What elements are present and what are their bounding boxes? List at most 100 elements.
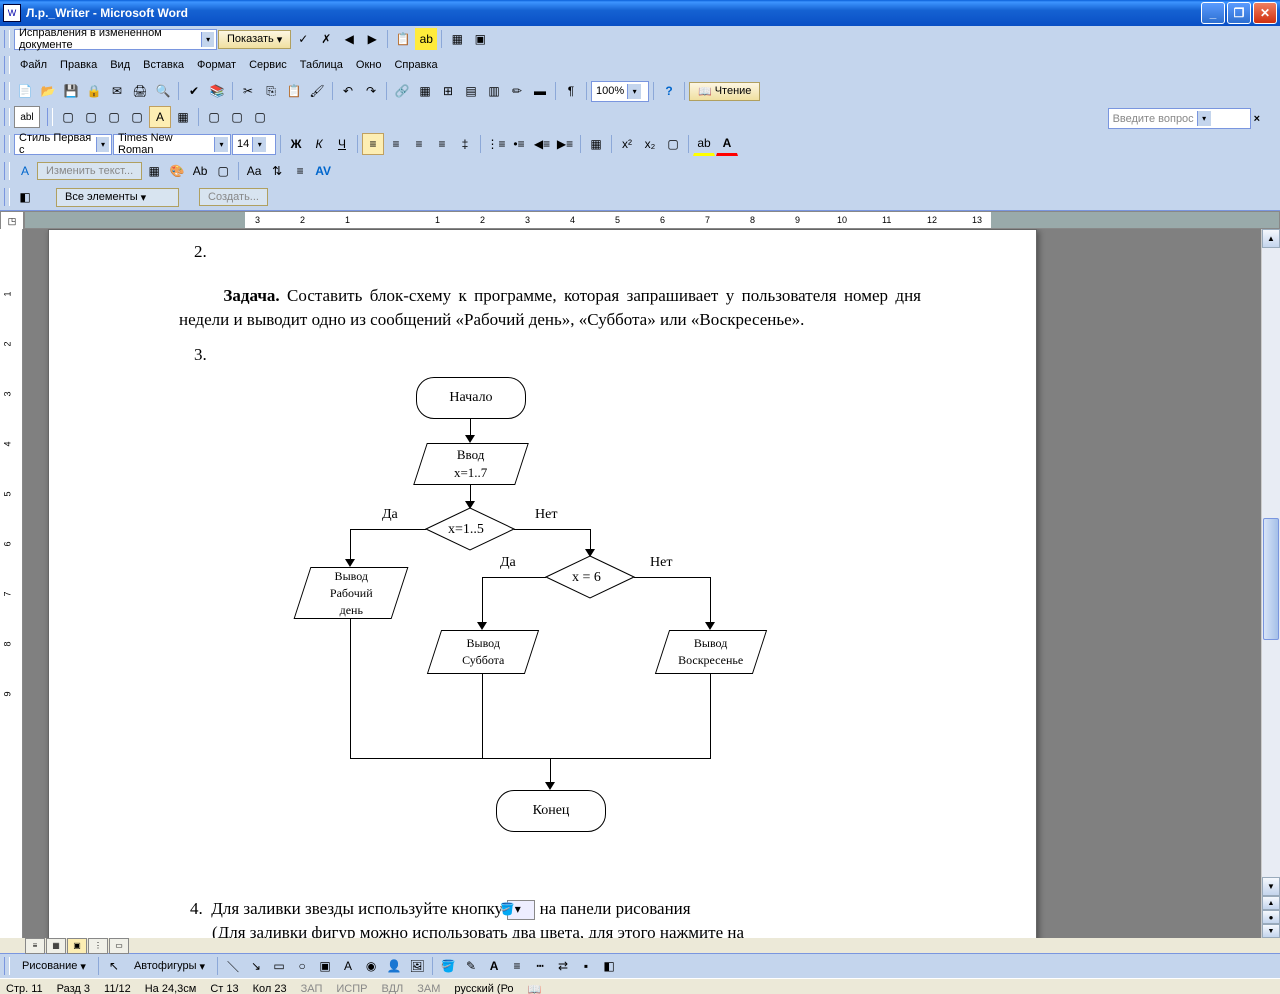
menu-tools[interactable]: Сервис (243, 57, 293, 73)
prev-change-icon[interactable]: ◀ (338, 28, 360, 50)
decrease-indent-icon[interactable]: ◀≡ (531, 133, 553, 155)
line-color-icon[interactable]: ✎ (460, 955, 482, 977)
line-spacing-icon[interactable]: ‡ (454, 133, 476, 155)
paste-icon[interactable]: 📋 (283, 80, 305, 102)
hf-icon-5[interactable]: A (149, 106, 171, 128)
style-combo[interactable]: Стиль Первая с▾ (14, 134, 112, 155)
ruler-corner[interactable]: ◳ (0, 211, 24, 231)
show-formatting-icon[interactable]: ¶ (560, 80, 582, 102)
create-button[interactable]: Создать... (199, 188, 268, 206)
diagram-icon[interactable]: ◉ (360, 955, 382, 977)
wa-gallery-icon[interactable]: ▦ (143, 160, 165, 182)
wordart-icon[interactable]: A (14, 160, 36, 182)
menu-insert[interactable]: Вставка (137, 57, 190, 73)
hf-icon-9[interactable]: ▢ (249, 106, 271, 128)
track-changes-combo[interactable]: Исправления в измененном документе ▾ (14, 29, 217, 50)
cut-icon[interactable]: ✂ (237, 80, 259, 102)
normal-view-icon[interactable]: ≡ (25, 938, 45, 954)
wa-same-height-icon[interactable]: Aa (243, 160, 265, 182)
format-painter-icon[interactable]: 🖌 (306, 80, 328, 102)
highlight-color-icon[interactable]: ab (693, 132, 715, 156)
insert-table-icon[interactable]: ⊞ (437, 80, 459, 102)
menu-view[interactable]: Вид (104, 57, 136, 73)
accept-change-icon[interactable]: ✓ (292, 28, 314, 50)
reject-change-icon[interactable]: ✗ (315, 28, 337, 50)
rect-shape-icon[interactable]: ▭ (268, 955, 290, 977)
doc-map-icon[interactable]: ▬ (529, 80, 551, 102)
reading-view-icon[interactable]: ▭ (109, 938, 129, 954)
font-size-combo[interactable]: 14▾ (232, 134, 276, 155)
browse-object-icon[interactable]: ● (1262, 910, 1280, 924)
menu-edit[interactable]: Правка (54, 57, 103, 73)
next-page-icon[interactable]: ▼ (1262, 924, 1280, 938)
undo-icon[interactable]: ↶ (337, 80, 359, 102)
tables-borders-icon[interactable]: ▦ (414, 80, 436, 102)
textbox-icon[interactable]: ▣ (314, 955, 336, 977)
hf-icon-2[interactable]: ▢ (80, 106, 102, 128)
clipart-icon[interactable]: 👤 (383, 955, 405, 977)
picture-icon[interactable]: 🖼 (406, 955, 428, 977)
align-right-icon[interactable]: ≡ (408, 133, 430, 155)
reviewing-pane-icon[interactable]: ▦ (446, 28, 468, 50)
zoom-combo[interactable]: 100%▾ (591, 81, 649, 102)
vertical-ruler[interactable]: 12 34 56 78 9 (0, 229, 23, 938)
hf-icon-7[interactable]: ▢ (203, 106, 225, 128)
wa-wrap-icon[interactable]: ▢ (212, 160, 234, 182)
menu-table[interactable]: Таблица (294, 57, 349, 73)
maximize-button[interactable]: ❐ (1227, 2, 1251, 24)
columns-icon[interactable]: ▥ (483, 80, 505, 102)
wa-spacing-icon[interactable]: AV (312, 160, 334, 182)
balloon-icon[interactable]: ▣ (469, 28, 491, 50)
hf-icon-3[interactable]: ▢ (103, 106, 125, 128)
print-preview-icon[interactable]: 🔍 (152, 80, 174, 102)
shadow-icon[interactable]: ▪ (575, 955, 597, 977)
save-icon[interactable]: 💾 (60, 80, 82, 102)
status-book-icon[interactable]: 📖 (528, 983, 542, 994)
bullets-icon[interactable]: •≡ (508, 133, 530, 155)
font-combo[interactable]: Times New Roman▾ (113, 134, 231, 155)
arrow-style-icon[interactable]: ⇄ (552, 955, 574, 977)
prev-page-icon[interactable]: ▲ (1262, 896, 1280, 910)
doc-close-icon[interactable]: × (1254, 113, 1260, 125)
menu-file[interactable]: Файл (14, 57, 53, 73)
hf-icon-1[interactable]: ▢ (57, 106, 79, 128)
all-elements-button[interactable]: Все элементы▾ (56, 188, 179, 207)
highlight-icon[interactable]: ab (415, 28, 437, 50)
research-icon[interactable]: 📚 (206, 80, 228, 102)
borders-icon[interactable]: ▦ (585, 133, 607, 155)
select-objects-icon[interactable]: ↖ (103, 955, 125, 977)
help-search-input[interactable]: Введите вопрос ▾ (1108, 108, 1251, 129)
abl-icon[interactable]: abl (14, 106, 40, 128)
list-icon[interactable]: ◧ (14, 186, 36, 208)
redo-icon[interactable]: ↷ (360, 80, 382, 102)
dash-style-icon[interactable]: ┅ (529, 955, 551, 977)
drawing-toolbar-icon[interactable]: ✏ (506, 80, 528, 102)
next-change-icon[interactable]: ▶ (361, 28, 383, 50)
new-doc-icon[interactable]: 📄 (14, 80, 36, 102)
3d-icon[interactable]: ◧ (598, 955, 620, 977)
menu-help[interactable]: Справка (388, 57, 443, 73)
spell-check-icon[interactable]: ✔ (183, 80, 205, 102)
copy-icon[interactable]: ⎘ (260, 80, 282, 102)
horizontal-ruler[interactable]: ◳ 3 2 1 1 2 3 4 5 6 7 8 9 10 11 12 13 (0, 211, 1280, 229)
permissions-icon[interactable]: 🔒 (83, 80, 105, 102)
document-canvas[interactable]: 2. Задача. Составить блок-схему к програ… (23, 229, 1261, 938)
font-color-icon[interactable]: A (716, 132, 738, 156)
open-icon[interactable]: 📂 (37, 80, 59, 102)
edit-text-button[interactable]: Изменить текст... (37, 162, 142, 180)
vertical-scrollbar[interactable]: ▲ ▼ ▲ ● ▼ (1261, 229, 1280, 938)
autoshapes-menu[interactable]: Автофигуры▾ (126, 958, 213, 975)
scroll-down-icon[interactable]: ▼ (1262, 877, 1280, 896)
web-view-icon[interactable]: ▦ (46, 938, 66, 954)
oval-shape-icon[interactable]: ○ (291, 955, 313, 977)
hf-icon-6[interactable]: ▦ (172, 106, 194, 128)
menu-format[interactable]: Формат (191, 57, 242, 73)
wa-format-icon[interactable]: 🎨 (166, 160, 188, 182)
hf-icon-8[interactable]: ▢ (226, 106, 248, 128)
font-color-draw-icon[interactable]: A (483, 955, 505, 977)
align-left-icon[interactable]: ≡ (362, 133, 384, 155)
print-icon[interactable]: 🖨 (129, 80, 151, 102)
wa-shape-icon[interactable]: Ab (189, 160, 211, 182)
comment-icon[interactable]: 📋 (392, 28, 414, 50)
show-button[interactable]: Показать▾ (218, 30, 291, 49)
